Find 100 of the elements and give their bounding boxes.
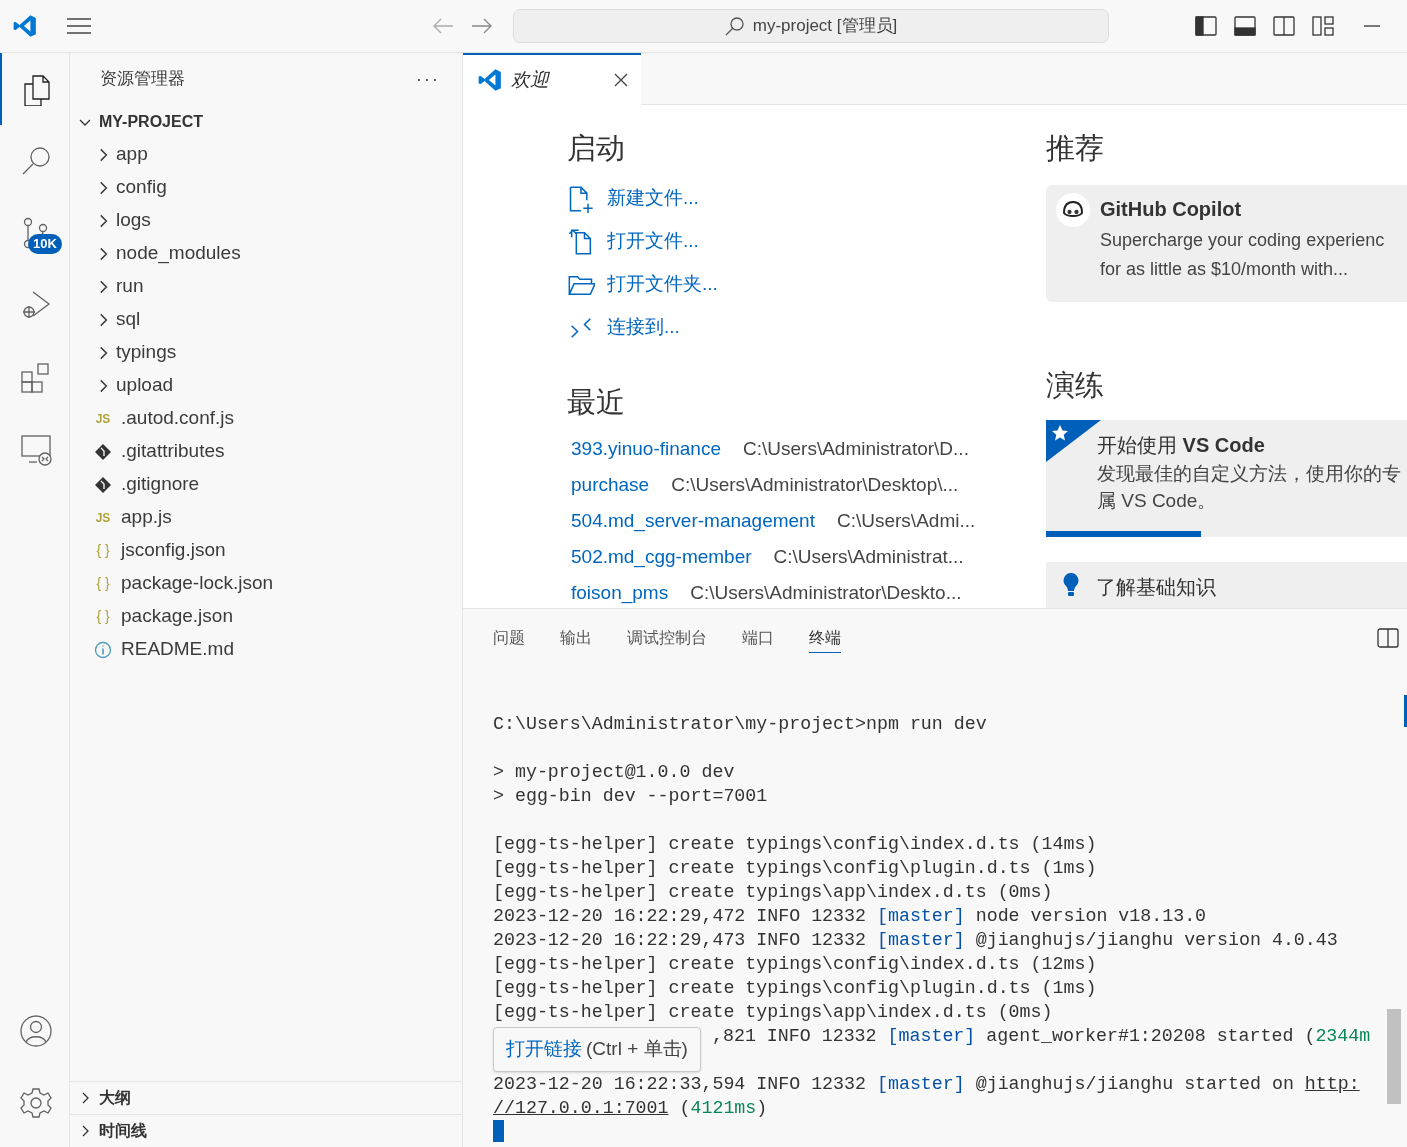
panel-tab[interactable]: 调试控制台 bbox=[627, 623, 707, 653]
terminal-text: [egg-ts-helper] create typings\config\index.d.ts (12ms) bbox=[493, 953, 1097, 976]
start-link[interactable]: 连接到... bbox=[607, 313, 680, 342]
customize-layout-icon[interactable] bbox=[1312, 16, 1334, 36]
tree-item[interactable]: sql bbox=[70, 303, 462, 336]
section-heading: 推荐 bbox=[1046, 131, 1105, 166]
panel-tab[interactable]: 端口 bbox=[742, 623, 774, 653]
js-file-icon: JS bbox=[94, 508, 112, 527]
forward-arrow-icon[interactable] bbox=[471, 17, 493, 35]
terminal-link[interactable]: //127.0.0.1:7001 bbox=[493, 1096, 669, 1120]
tree-item[interactable]: JS .autod.conf.js bbox=[70, 402, 462, 435]
terminal-text: [egg-ts-helper] create typings\app\index.d.ts (0ms) bbox=[493, 1001, 1053, 1024]
terminal-text: [master] bbox=[887, 1025, 976, 1048]
walkthrough-card[interactable]: 了解基础知识 bbox=[1046, 562, 1407, 608]
tree-root[interactable]: MY-PROJECT bbox=[70, 105, 462, 138]
tree-item[interactable]: { } package-lock.json bbox=[70, 567, 462, 600]
tooltip-hint: (Ctrl + 单击) bbox=[586, 1037, 688, 1062]
terminal-text: 2344m bbox=[1315, 1025, 1371, 1048]
walkthrough-title: 开始使用 VS Code bbox=[1097, 433, 1266, 458]
split-panel-icon[interactable] bbox=[1377, 628, 1399, 648]
terminal-text: [master] bbox=[876, 929, 965, 952]
scroll-marker bbox=[1404, 695, 1407, 727]
copilot-card[interactable]: GitHub Copilot Supercharge your coding experienc for as little as $10/month with... bbox=[1046, 185, 1407, 302]
git-file-icon bbox=[94, 442, 112, 461]
recent-project-link[interactable]: 504.md_server-management bbox=[571, 506, 815, 536]
tree-item[interactable]: { } package.json bbox=[70, 600, 462, 633]
more-actions-button[interactable]: ··· bbox=[416, 65, 440, 93]
settings-icon bbox=[18, 1086, 53, 1120]
activity-scm-button[interactable]: 10K bbox=[0, 197, 69, 269]
toggle-sidebar-icon[interactable] bbox=[1195, 16, 1217, 36]
tree-item[interactable]: typings bbox=[70, 336, 462, 369]
section-heading: 演练 bbox=[1046, 368, 1105, 403]
terminal-text: @jianghujs/jianghu version 4.0.43 bbox=[974, 929, 1338, 952]
terminal-text: 4121ms bbox=[690, 1097, 757, 1120]
close-icon[interactable] bbox=[613, 72, 629, 88]
copilot-icon bbox=[1056, 193, 1090, 227]
terminal-text: [master] bbox=[876, 905, 965, 928]
terminal-text: ( bbox=[678, 1097, 691, 1120]
terminal-text: [master] bbox=[876, 1073, 965, 1096]
tree-item[interactable]: { } jsconfig.json bbox=[70, 534, 462, 567]
vscode-logo-icon bbox=[477, 67, 503, 93]
back-arrow-icon[interactable] bbox=[432, 17, 454, 35]
count-badge: 10K bbox=[28, 234, 62, 254]
recent-project-path: C:\Users\Administrat... bbox=[773, 544, 964, 569]
tree-item[interactable]: upload bbox=[70, 369, 462, 402]
terminal-text: > egg-bin dev --port=7001 bbox=[493, 785, 768, 808]
split-layout-icon[interactable] bbox=[1273, 16, 1295, 36]
terminal-text: @jianghujs/jianghu started on bbox=[974, 1073, 1295, 1096]
recent-project-link[interactable]: 502.md_cgg-member bbox=[571, 542, 752, 572]
tree-item[interactable]: .gitattributes bbox=[70, 435, 462, 468]
terminal-text: ,821 INFO 12332 bbox=[712, 1025, 878, 1048]
terminal-text: C:\Users\Administrator\my-project>npm run dev bbox=[493, 713, 987, 736]
editor-tab[interactable]: 欢迎 bbox=[463, 53, 641, 105]
start-link[interactable]: 打开文件夹... bbox=[607, 270, 718, 299]
terminal-text: agent_worker#1:20208 started ( bbox=[985, 1025, 1316, 1048]
recent-project-link[interactable]: purchase bbox=[571, 470, 650, 500]
terminal-text: ) bbox=[756, 1097, 768, 1120]
lightbulb-icon bbox=[1062, 572, 1080, 598]
start-link[interactable]: 新建文件... bbox=[607, 184, 699, 213]
tree-item[interactable]: config bbox=[70, 171, 462, 204]
tooltip-link[interactable]: 打开链接 bbox=[506, 1035, 582, 1064]
minimize-icon[interactable] bbox=[1364, 24, 1380, 28]
tree-item[interactable]: JS app.js bbox=[70, 501, 462, 534]
recent-project-link[interactable]: 393.yinuo-finance bbox=[571, 434, 721, 464]
section-header[interactable]: 时间线 bbox=[70, 1114, 462, 1147]
tree-item[interactable]: run bbox=[70, 270, 462, 303]
tree-item[interactable]: README.md bbox=[70, 633, 462, 666]
tree-item[interactable]: node_modules bbox=[70, 237, 462, 270]
terminal-text: 2023-12-20 16:22:33,594 INFO 12332 bbox=[493, 1073, 867, 1096]
walkthrough-card[interactable]: 开始使用 VS Code 发现最佳的自定义方法，使用你的专属 VS Code。 bbox=[1046, 420, 1407, 537]
walkthrough-title: 了解基础知识 bbox=[1096, 575, 1216, 600]
card-description: Supercharge your coding experienc bbox=[1100, 229, 1385, 252]
panel-tab[interactable]: 输出 bbox=[560, 623, 592, 653]
recent-project-path: C:\Users\Admi... bbox=[836, 508, 976, 533]
git-file-icon bbox=[94, 475, 112, 494]
toggle-panel-icon[interactable] bbox=[1234, 16, 1256, 36]
walkthrough-description: 发现最佳的自定义方法，使用你的专属 VS Code。 bbox=[1097, 462, 1402, 513]
tree-item[interactable]: logs bbox=[70, 204, 462, 237]
terminal-text: [egg-ts-helper] create typings\config\plugin.d.ts (1ms) bbox=[493, 857, 1097, 880]
command-center[interactable]: my-project [管理员] bbox=[513, 9, 1109, 43]
panel-tab[interactable]: 终端 bbox=[809, 623, 841, 653]
start-link[interactable]: 打开文件... bbox=[607, 227, 699, 256]
terminal-text: [egg-ts-helper] create typings\config\plugin.d.ts (1ms) bbox=[493, 977, 1097, 1000]
menu-icon[interactable] bbox=[66, 16, 92, 36]
recent-project-link[interactable]: foison_pms bbox=[571, 578, 669, 608]
tree-item[interactable]: .gitignore bbox=[70, 468, 462, 501]
terminal-cursor bbox=[493, 1120, 504, 1142]
section-header[interactable]: 大纲 bbox=[70, 1081, 462, 1114]
json-file-icon: { } bbox=[94, 606, 112, 627]
tree-item[interactable]: app bbox=[70, 138, 462, 171]
panel-tab[interactable]: 问题 bbox=[493, 623, 525, 653]
terminal-link[interactable]: http: bbox=[1304, 1072, 1360, 1096]
scrollbar-thumb[interactable] bbox=[1387, 1009, 1401, 1104]
terminal-text: [egg-ts-helper] create typings\config\index.d.ts (14ms) bbox=[493, 833, 1097, 856]
section-heading: 启动 bbox=[567, 131, 626, 166]
vscode-logo-icon bbox=[12, 13, 38, 39]
json-file-icon: { } bbox=[94, 540, 112, 561]
json-file-icon: { } bbox=[94, 573, 112, 594]
card-title: GitHub Copilot bbox=[1100, 197, 1243, 222]
info-file-icon bbox=[94, 640, 112, 659]
